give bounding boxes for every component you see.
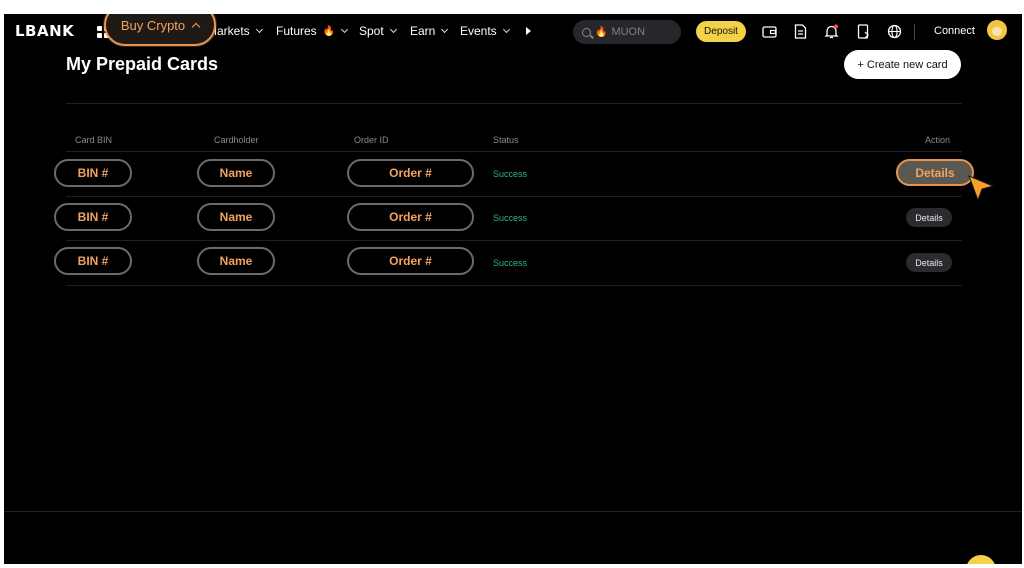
chevron-down-icon bbox=[341, 25, 349, 34]
order-id-cell: Order # bbox=[347, 203, 474, 231]
bell-icon[interactable] bbox=[822, 22, 840, 40]
column-header-order-id: Order ID bbox=[354, 135, 389, 145]
nav-spot-label: Spot bbox=[359, 24, 384, 38]
download-icon[interactable] bbox=[854, 22, 872, 40]
column-header-cardholder: Cardholder bbox=[214, 135, 259, 145]
search-input[interactable]: 🔥 MUON bbox=[573, 20, 681, 44]
logo[interactable]: LBANK bbox=[15, 22, 74, 40]
chat-support-icon[interactable] bbox=[966, 555, 996, 564]
nav-divider bbox=[914, 24, 915, 40]
column-header-action: Action bbox=[925, 135, 951, 145]
status-badge: Success bbox=[493, 213, 528, 223]
footer-divider bbox=[4, 511, 1022, 512]
card-bin-cell: BIN # bbox=[54, 203, 132, 231]
nav-earn-label: Earn bbox=[410, 24, 436, 38]
nav-events-label: Events bbox=[460, 24, 497, 38]
connect-button[interactable]: Connect bbox=[934, 25, 975, 37]
page-title: My Prepaid Cards bbox=[66, 54, 219, 74]
globe-icon[interactable] bbox=[885, 22, 903, 40]
buy-crypto-menu[interactable]: Buy Crypto bbox=[104, 14, 216, 46]
wallet-icon[interactable] bbox=[760, 22, 778, 40]
create-card-button[interactable]: + Create new card bbox=[844, 50, 961, 79]
table-divider bbox=[66, 240, 962, 241]
nav-futures[interactable]: Futures 🔥 bbox=[276, 24, 349, 38]
table-divider bbox=[66, 196, 962, 197]
avatar[interactable] bbox=[987, 20, 1007, 40]
status-badge: Success bbox=[493, 258, 528, 268]
cursor-icon bbox=[967, 174, 995, 202]
app-window: LBANK Markets Futures 🔥 Spot Earn Events … bbox=[4, 14, 1022, 564]
cardholder-cell: Name bbox=[197, 247, 275, 275]
search-icon bbox=[582, 27, 591, 37]
play-icon[interactable] bbox=[526, 27, 531, 35]
nav-earn[interactable]: Earn bbox=[410, 24, 449, 38]
details-button[interactable]: Details bbox=[906, 208, 952, 227]
chevron-up-icon bbox=[191, 22, 201, 31]
buy-crypto-label: Buy Crypto bbox=[120, 17, 186, 33]
column-header-status: Status bbox=[493, 135, 519, 145]
card-bin-cell: BIN # bbox=[54, 247, 132, 275]
table-divider bbox=[66, 285, 962, 286]
card-bin-cell: BIN # bbox=[54, 159, 132, 187]
status-badge: Success bbox=[493, 169, 528, 179]
table-divider bbox=[66, 151, 962, 152]
column-header-bin: Card BIN bbox=[75, 135, 113, 145]
nav-spot[interactable]: Spot bbox=[359, 24, 397, 38]
nav-events[interactable]: Events bbox=[460, 24, 510, 38]
chevron-down-icon bbox=[255, 25, 263, 34]
deposit-button[interactable]: Deposit bbox=[696, 21, 746, 42]
order-id-cell: Order # bbox=[347, 159, 474, 187]
cardholder-cell: Name bbox=[197, 203, 275, 231]
nav-futures-label: Futures bbox=[276, 24, 317, 38]
chevron-down-icon bbox=[389, 25, 397, 34]
details-button[interactable]: Details bbox=[896, 159, 974, 186]
search-placeholder: MUON bbox=[611, 26, 646, 38]
header-divider bbox=[66, 103, 962, 104]
order-id-cell: Order # bbox=[347, 247, 474, 275]
cardholder-cell: Name bbox=[197, 159, 275, 187]
fire-icon: 🔥 bbox=[595, 26, 608, 38]
chevron-down-icon bbox=[441, 25, 449, 34]
chevron-down-icon bbox=[502, 25, 510, 34]
document-icon[interactable] bbox=[791, 22, 809, 40]
fire-icon: 🔥 bbox=[322, 25, 336, 37]
details-button[interactable]: Details bbox=[906, 253, 952, 272]
